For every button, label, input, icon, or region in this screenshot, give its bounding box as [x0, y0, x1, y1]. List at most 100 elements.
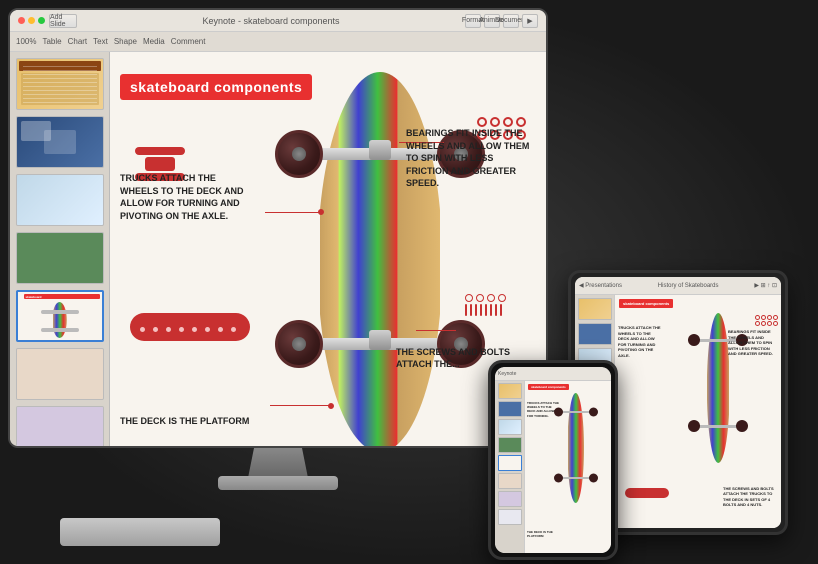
toolbar-media[interactable]: Media [143, 37, 165, 46]
bearing-dot-4 [516, 117, 526, 127]
toolbar-chart[interactable]: Chart [68, 37, 88, 46]
slide-thumb-3[interactable] [16, 174, 104, 226]
top-bar: Add Slide Keynote - skateboard component… [10, 10, 546, 32]
screws-icon [465, 294, 506, 316]
monitor-screen: Add Slide Keynote - skateboard component… [8, 8, 548, 448]
screw-line-5 [485, 304, 487, 316]
phone-slide-4[interactable] [498, 437, 522, 453]
phone-slide-2[interactable] [498, 401, 522, 417]
toolbar-table[interactable]: Table [42, 37, 61, 46]
screw-line-6 [490, 304, 492, 316]
deck-dot-1 [140, 327, 145, 332]
tbd2 [761, 315, 766, 320]
truck-dot [318, 209, 324, 215]
toolbar2: 100% Table Chart Text Shape Media Commen… [10, 32, 546, 52]
tablet-trucks-text: TRUCKS ATTACH THE WHEELS TO THE DECK AND… [618, 325, 663, 359]
monitor-base [218, 476, 338, 490]
phone-slide-8[interactable] [498, 509, 522, 525]
truck-line [265, 212, 320, 213]
zoom-level: 100% [16, 37, 36, 46]
tbd1 [755, 315, 760, 320]
screw-line-7 [495, 304, 497, 316]
screw-row-1 [465, 294, 506, 302]
screen-content: Add Slide Keynote - skateboard component… [10, 10, 546, 446]
deck-annotation: THE DECK IS THE PLATFORM [120, 415, 249, 428]
toolbar-shape[interactable]: Shape [114, 37, 137, 46]
bearing-dot-3 [503, 117, 513, 127]
tablet-slide-1[interactable] [578, 298, 612, 320]
tablet-main-area: skateboard components [615, 295, 781, 528]
window-controls[interactable] [18, 17, 45, 24]
phone-slide-5[interactable] [498, 455, 522, 471]
tablet-deck-body [707, 313, 729, 463]
deck-dot-5 [192, 327, 197, 332]
phone-content: skateboard components T [495, 381, 611, 553]
screw-line-8 [500, 304, 502, 316]
phone-wheel-ll [554, 473, 563, 482]
truck-body-lower [369, 330, 391, 350]
window-title: Keynote - skateboard components [81, 16, 461, 26]
close-button[interactable] [18, 17, 25, 24]
tablet-lower-truck [692, 423, 744, 429]
screw-dot-3 [487, 294, 495, 302]
minimize-button[interactable] [28, 17, 35, 24]
tbd8 [773, 321, 778, 326]
phone-skateboard [556, 393, 596, 503]
phone-deck-text: THE DECK IS THE PLATFORM [527, 530, 559, 538]
trucks-annotation: TRUCKS ATTACH THE WHEELS TO THE DECK AND… [120, 172, 250, 222]
bearing-dot-1 [477, 117, 487, 127]
title-text: Keynote - skateboard components [202, 16, 339, 26]
tablet-slide-title: skateboard components [619, 299, 673, 308]
bearings-text: BEARINGS FIT INSIDE THE WHEELS AND ALLOW… [406, 128, 529, 188]
bearing-dot-2 [490, 117, 500, 127]
tablet-title: History of Skateboards [658, 283, 719, 289]
tbd5 [755, 321, 760, 326]
phone-topbar: Keynote [495, 367, 611, 381]
add-button[interactable]: Add Slide [49, 14, 77, 28]
tablet-wheel-ll [688, 420, 700, 432]
slide-thumb-5[interactable]: skateboard [16, 290, 104, 342]
truck-body-upper [369, 140, 391, 160]
slide-thumb-7[interactable] [16, 406, 104, 446]
tablet-wheel-lr [736, 420, 748, 432]
play-button[interactable]: ▶ [522, 14, 538, 28]
screw-line-4 [480, 304, 482, 316]
phone-slide-title: skateboard components [528, 384, 569, 390]
slide-thumb-4[interactable] [16, 232, 104, 284]
mac-mini [60, 518, 220, 546]
toolbar-comment[interactable]: Comment [171, 37, 206, 46]
document-button[interactable]: Document [503, 14, 519, 28]
tablet-topbar: ◀ Presentations History of Skateboards ▶… [575, 277, 781, 295]
phone-slide-1[interactable] [498, 383, 522, 399]
screw-lines [465, 304, 506, 316]
screw-dot-4 [498, 294, 506, 302]
phone-slide-7[interactable] [498, 491, 522, 507]
tablet-title-text: skateboard components [623, 301, 669, 306]
monitor-stand [248, 448, 308, 478]
slide-thumb-2[interactable] [16, 116, 104, 168]
truck-icon-body [145, 157, 175, 171]
main-slide-area: skateboard components TRUCKS ATTACH THE … [110, 52, 546, 446]
maximize-button[interactable] [38, 17, 45, 24]
tablet-bearings-dots [755, 315, 778, 326]
phone-screen: Keynote skateboard components [495, 367, 611, 553]
tablet-slide-2[interactable] [578, 323, 612, 345]
phone-slide-6[interactable] [498, 473, 522, 489]
tbd3 [767, 315, 772, 320]
phone-main-area: skateboard components T [525, 381, 611, 553]
deck-dot-3 [166, 327, 171, 332]
slide-thumb-6[interactable] [16, 348, 104, 400]
slide-thumb-1[interactable] [16, 58, 104, 110]
phone-wheel-lr [589, 473, 598, 482]
screw-line-3 [475, 304, 477, 316]
truck-icon-bar [135, 147, 185, 155]
deck-dot-8 [231, 327, 236, 332]
tablet-screws-text: THE SCREWS AND BOLTS ATTACH THE TRUCKS T… [723, 486, 778, 508]
slides-panel: skateboard [10, 52, 110, 446]
phone-slide-3[interactable] [498, 419, 522, 435]
toolbar-text[interactable]: Text [93, 37, 108, 46]
right-controls: Format Animate Document ▶ [465, 14, 538, 28]
phone-lower-truck [557, 475, 595, 480]
deck-dots [140, 327, 236, 332]
wheel-upper-left [275, 130, 323, 178]
